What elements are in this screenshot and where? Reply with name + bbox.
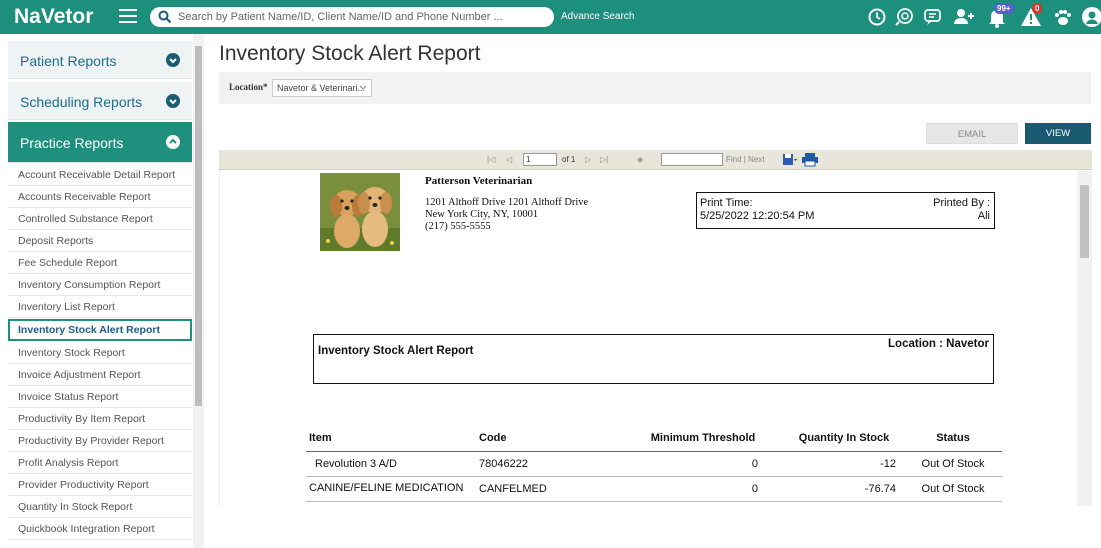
prev-page-icon[interactable]: ◁: [506, 155, 512, 164]
print-time-label: Print Time:: [700, 197, 753, 209]
printed-by-value: Ali: [977, 210, 990, 222]
top-navbar: NaVetor Advance Search 99+ 0: [0, 0, 1101, 34]
print-icon[interactable]: [801, 152, 819, 167]
add-user-icon[interactable]: [952, 6, 974, 28]
first-page-icon[interactable]: |◁: [487, 155, 495, 164]
sidebar-item[interactable]: Account Receivable Detail Report: [8, 164, 192, 186]
paw-icon[interactable]: [1052, 6, 1074, 28]
cell-item: Revolution 3 A/D: [306, 451, 472, 477]
sidebar-item[interactable]: Invoice Status Report: [8, 386, 192, 408]
print-info-box: Print Time: 5/25/2022 12:20:54 PM Printe…: [696, 192, 995, 229]
email-button[interactable]: EMAIL: [926, 123, 1018, 144]
sidebar-section-scheduling-reports[interactable]: Scheduling Reports: [8, 82, 192, 120]
sidebar-item[interactable]: Controlled Substance Report: [8, 208, 192, 230]
global-search: [150, 7, 554, 27]
section-label: Practice Reports: [20, 135, 124, 151]
sidebar-item[interactable]: Inventory Consumption Report: [8, 274, 192, 296]
cell-min-threshold: 0: [622, 476, 784, 502]
scrollbar-thumb[interactable]: [1080, 185, 1089, 258]
back-icon[interactable]: ◈: [637, 155, 643, 164]
cell-quantity: -12: [784, 451, 904, 477]
report-viewer-toolbar: |◁ ◁ 1 of 1 ▷ ▷| ◈ Find | Next: [219, 150, 1092, 170]
find-next-link[interactable]: Find | Next: [726, 155, 765, 164]
chevron-up-icon[interactable]: [166, 135, 180, 149]
chevron-down-icon[interactable]: [166, 53, 180, 67]
menu-icon[interactable]: [119, 9, 137, 25]
column-header-item: Item: [306, 426, 472, 452]
clock-icon[interactable]: [866, 6, 888, 28]
cell-status: Out Of Stock: [904, 476, 1002, 502]
sidebar-item[interactable]: Productivity By Provider Report: [8, 430, 192, 452]
filter-bar: Location* Navetor & Veterinari...: [219, 72, 1091, 104]
report-title: Inventory Stock Alert Report: [318, 345, 474, 357]
print-time-value: 5/25/2022 12:20:54 PM: [700, 210, 815, 222]
messages-icon[interactable]: [922, 6, 944, 28]
chevron-down-icon: [359, 85, 367, 90]
cell-quantity: -76.74: [784, 476, 904, 502]
clinic-address: 1201 Althoff Drive 1201 Althoff Drive: [425, 197, 589, 208]
sidebar-section-patient-reports[interactable]: Patient Reports: [8, 41, 192, 79]
clinic-logo-image: [320, 173, 400, 251]
cell-item: CANINE/FELINE MEDICATION: [306, 476, 472, 502]
report-title-box: Inventory Stock Alert Report Location : …: [313, 334, 994, 384]
sidebar-item[interactable]: Fee Schedule Report: [8, 252, 192, 274]
sidebar: Patient Reports Scheduling Reports Pract…: [0, 34, 204, 548]
scrollbar-thumb[interactable]: [195, 46, 202, 406]
printed-by-label: Printed By :: [933, 197, 990, 209]
sidebar-item[interactable]: Deposit Reports: [8, 230, 192, 252]
table-row: CANINE/FELINE MEDICATION CANFELMED 0 -76…: [306, 476, 1002, 502]
sidebar-section-practice-reports[interactable]: Practice Reports: [8, 122, 192, 163]
table-row: Revolution 3 A/D 78046222 0 -12 Out Of S…: [306, 451, 1002, 477]
section-label: Patient Reports: [20, 53, 117, 69]
notification-badge: 99+: [994, 3, 1014, 14]
search-chat-icon[interactable]: [893, 6, 915, 28]
section-label: Scheduling Reports: [20, 94, 143, 110]
location-value: Navetor & Veterinari...: [277, 83, 366, 93]
sidebar-item[interactable]: Profit Analysis Report: [8, 452, 192, 474]
sidebar-item[interactable]: Invoice Adjustment Report: [8, 364, 192, 386]
sidebar-item[interactable]: Inventory Stock Report: [8, 342, 192, 364]
location-label: Location*: [229, 82, 268, 92]
profile-icon[interactable]: [1081, 6, 1101, 28]
cell-code: CANFELMED: [472, 476, 622, 502]
search-input[interactable]: [178, 9, 548, 25]
column-header-code: Code: [472, 426, 622, 452]
sidebar-item[interactable]: Accounts Receivable Report: [8, 186, 192, 208]
column-header-quantity-in-stock: Quantity In Stock: [784, 426, 904, 452]
next-page-icon[interactable]: ▷: [585, 155, 591, 164]
sidebar-item[interactable]: Inventory List Report: [8, 296, 192, 318]
export-icon[interactable]: [782, 153, 798, 166]
last-page-icon[interactable]: ▷|: [600, 155, 608, 164]
clinic-phone: (217) 555-5555: [425, 221, 491, 232]
cell-code: 78046222: [472, 451, 622, 477]
sidebar-item[interactable]: Productivity By Item Report: [8, 408, 192, 430]
page-count: of 1: [562, 155, 576, 164]
clinic-city: New York City, NY, 10001: [425, 209, 539, 220]
stock-alert-table: Item Code Minimum Threshold Quantity In …: [306, 426, 1002, 502]
page-title: Inventory Stock Alert Report: [219, 42, 481, 65]
advance-search-link[interactable]: Advance Search: [561, 11, 634, 22]
app-logo[interactable]: NaVetor: [14, 5, 93, 29]
sidebar-item[interactable]: Quickbook Integration Report: [8, 518, 192, 540]
sidebar-item[interactable]: Provider Productivity Report: [8, 474, 192, 496]
report-location: Location : Navetor: [888, 338, 989, 350]
cell-min-threshold: 0: [622, 451, 784, 477]
search-icon[interactable]: [158, 10, 172, 24]
clinic-name: Patterson Veterinarian: [425, 175, 533, 187]
view-button[interactable]: VIEW: [1025, 123, 1091, 144]
cell-status: Out Of Stock: [904, 451, 1002, 477]
sidebar-item[interactable]: Quantity In Stock Report: [8, 496, 192, 518]
sidebar-item-active[interactable]: Inventory Stock Alert Report: [8, 319, 192, 341]
column-header-status: Status: [904, 426, 1002, 452]
report-scrollbar[interactable]: [1077, 171, 1092, 506]
table-header-row: Item Code Minimum Threshold Quantity In …: [306, 426, 1002, 452]
location-select[interactable]: Navetor & Veterinari...: [272, 79, 372, 97]
chevron-down-icon[interactable]: [166, 94, 180, 108]
notifications[interactable]: 99+: [986, 3, 1014, 28]
column-header-minimum-threshold: Minimum Threshold: [622, 426, 784, 452]
find-input[interactable]: [661, 153, 723, 166]
alerts[interactable]: 0: [1020, 3, 1044, 28]
page-number-input[interactable]: 1: [523, 153, 557, 166]
sidebar-scrollbar[interactable]: [193, 34, 204, 548]
